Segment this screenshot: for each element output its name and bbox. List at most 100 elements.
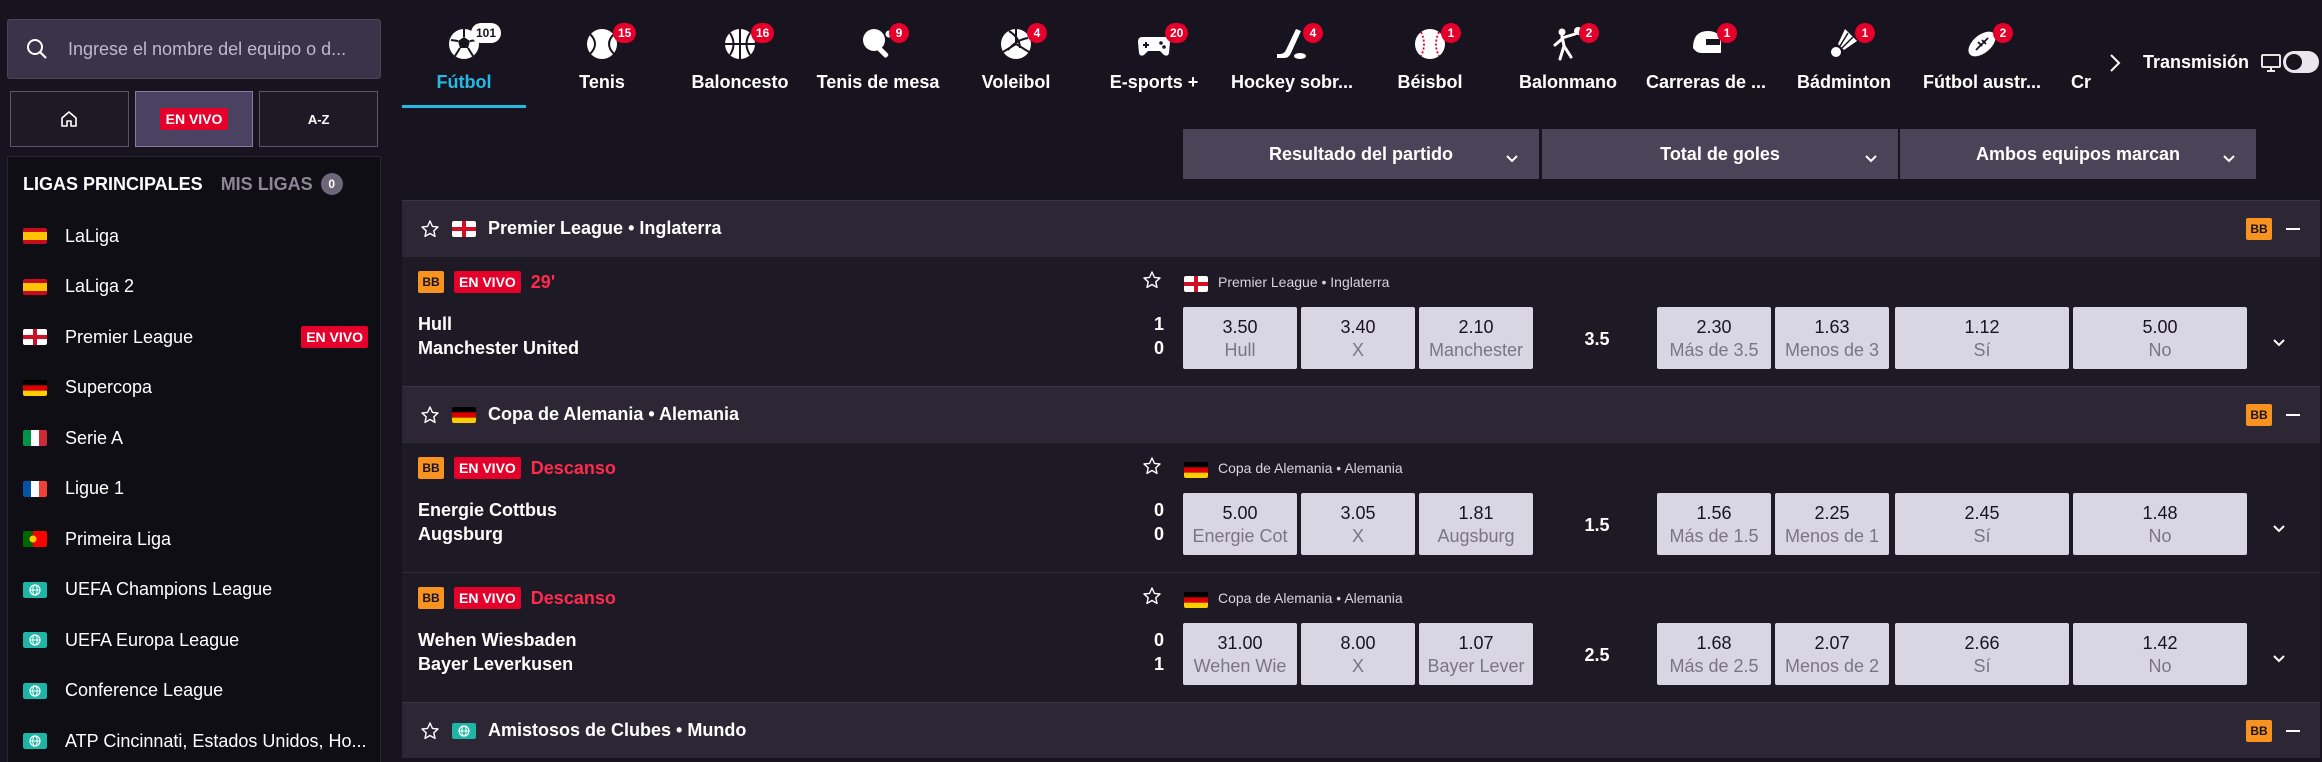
chevron-down-icon[interactable]	[2272, 651, 2286, 663]
market-select-2[interactable]: Total de goles	[1542, 129, 1898, 179]
search-input[interactable]: Ingrese el nombre del equipo o d...	[68, 39, 346, 60]
home-team-name[interactable]: Hull	[418, 314, 452, 335]
bet-builder-badge[interactable]: BB	[418, 587, 444, 609]
bet-builder-badge[interactable]: BB	[2246, 720, 2272, 742]
home-team-name[interactable]: Wehen Wiesbaden	[418, 630, 577, 651]
league-item[interactable]: UEFA Europa League	[8, 615, 382, 665]
odd-1x2-button[interactable]: 31.00 Wehen Wie	[1183, 623, 1297, 685]
chevron-down-icon[interactable]	[2272, 335, 2286, 347]
odd-total-button[interactable]: 1.68 Más de 2.5	[1657, 623, 1771, 685]
odd-total-button[interactable]: 1.63 Menos de 3	[1775, 307, 1889, 369]
odd-btts-button[interactable]: 1.48 No	[2073, 493, 2247, 555]
market-select-1[interactable]: Resultado del partido	[1183, 129, 1539, 179]
odd-1x2-button[interactable]: 3.50 Hull	[1183, 307, 1297, 369]
league-item[interactable]: Serie A	[8, 413, 382, 463]
league-item[interactable]: LaLiga	[8, 211, 382, 261]
odd-btts-button[interactable]: 5.00 No	[2073, 307, 2247, 369]
sport-tab-label: Cr	[2071, 72, 2092, 92]
league-item[interactable]: ATP Cincinnati, Estados Unidos, Ho...	[8, 716, 382, 762]
odd-value: 5.00	[2142, 317, 2178, 337]
az-mode-button[interactable]: A-Z	[259, 91, 379, 147]
away-team-name[interactable]: Augsburg	[418, 524, 503, 545]
odd-value: 3.05	[1340, 503, 1376, 523]
away-team-name[interactable]: Manchester United	[418, 338, 579, 359]
sport-count-badge: 16	[751, 23, 775, 43]
odd-1x2-button[interactable]: 1.07 Bayer Lever	[1419, 623, 1533, 685]
star-icon[interactable]	[420, 405, 440, 425]
odd-value: 3.40	[1340, 317, 1376, 337]
bet-builder-badge[interactable]: BB	[2246, 404, 2272, 426]
live-badge: EN VIVO	[454, 587, 521, 609]
live-mode-button[interactable]: EN VIVO	[134, 91, 254, 147]
league-group-header[interactable]: Amistosos de Clubes • Mundo BB	[402, 702, 2320, 758]
odd-1x2-button[interactable]: 5.00 Energie Cot	[1183, 493, 1297, 555]
odd-label: No	[2148, 340, 2172, 360]
transmission-switch[interactable]	[2283, 51, 2319, 73]
sport-tab-rugby-ball[interactable]: 2 Fútbol austr...	[1913, 18, 2051, 108]
league-item[interactable]: UEFA Champions League	[8, 565, 382, 615]
odd-total-button[interactable]: 1.56 Más de 1.5	[1657, 493, 1771, 555]
sport-tab-table-tennis[interactable]: 9 Tenis de mesa	[809, 18, 947, 108]
star-icon[interactable]	[420, 219, 440, 239]
bet-builder-badge[interactable]: BB	[2246, 218, 2272, 240]
odd-value: 2.25	[1814, 503, 1850, 523]
odd-label: Menos de 2	[1784, 656, 1880, 676]
odd-total-button[interactable]: 2.30 Más de 3.5	[1657, 307, 1771, 369]
odd-label: X	[1351, 526, 1364, 546]
odd-btts-button[interactable]: 1.42 No	[2073, 623, 2247, 685]
collapse-icon[interactable]	[2286, 414, 2300, 416]
sport-tab-tennis-ball[interactable]: 15 Tenis	[533, 18, 671, 108]
odd-1x2-button[interactable]: 8.00 X	[1301, 623, 1415, 685]
odd-btts-button[interactable]: 1.12 Sí	[1895, 307, 2069, 369]
home-team-name[interactable]: Energie Cottbus	[418, 500, 557, 521]
away-team-name[interactable]: Bayer Leverkusen	[418, 654, 573, 675]
sport-tab-label: Tenis	[579, 72, 625, 92]
league-group-header[interactable]: Copa de Alemania • Alemania BB	[402, 386, 2320, 442]
sport-tab-volleyball[interactable]: 4 Voleibol	[947, 18, 1085, 108]
search-box[interactable]: Ingrese el nombre del equipo o d...	[7, 19, 381, 79]
odd-1x2-button[interactable]: 1.81 Augsburg	[1419, 493, 1533, 555]
sport-tab-soccer-ball[interactable]: 101 Fútbol	[395, 18, 533, 108]
league-item[interactable]: LaLiga 2	[8, 262, 382, 312]
sport-tab-hockey[interactable]: 4 Hockey sobr...	[1223, 18, 1361, 108]
sport-count-badge: 15	[613, 23, 637, 43]
home-mode-button[interactable]	[10, 91, 129, 147]
flag-icon-france	[23, 480, 47, 497]
star-icon[interactable]	[1142, 586, 1162, 606]
sport-tab-handball[interactable]: 2 Balonmano	[1499, 18, 1637, 108]
odd-1x2-button[interactable]: 2.10 Manchester	[1419, 307, 1533, 369]
odd-total-button[interactable]: 2.25 Menos de 1	[1775, 493, 1889, 555]
star-icon[interactable]	[1142, 456, 1162, 476]
star-icon[interactable]	[420, 721, 440, 741]
chevron-down-icon	[1864, 148, 1878, 163]
sport-tab-baseball[interactable]: 1 Béisbol	[1361, 18, 1499, 108]
bet-builder-badge[interactable]: BB	[418, 457, 444, 479]
league-item[interactable]: Ligue 1	[8, 464, 382, 514]
sport-tab-basketball[interactable]: 16 Baloncesto	[671, 18, 809, 108]
collapse-icon[interactable]	[2286, 228, 2300, 230]
odd-btts-button[interactable]: 2.45 Sí	[1895, 493, 2069, 555]
sport-tab-helmet[interactable]: 1 Carreras de ...	[1637, 18, 1775, 108]
league-item[interactable]: Conference League	[8, 666, 382, 716]
collapse-icon[interactable]	[2286, 730, 2300, 732]
league-item[interactable]: Supercopa	[8, 363, 382, 413]
market-select-3[interactable]: Ambos equipos marcan	[1900, 129, 2256, 179]
odd-1x2-button[interactable]: 3.40 X	[1301, 307, 1415, 369]
bet-builder-badge[interactable]: BB	[418, 271, 444, 293]
chevron-down-icon[interactable]	[2272, 521, 2286, 533]
star-icon[interactable]	[1142, 270, 1162, 290]
odd-value: 1.12	[1964, 317, 2000, 337]
odd-total-button[interactable]: 2.07 Menos de 2	[1775, 623, 1889, 685]
sport-tab-gamepad[interactable]: 20 E-sports +	[1085, 18, 1223, 108]
chevron-right-icon[interactable]	[2108, 52, 2122, 74]
league-item[interactable]: Primeira Liga	[8, 514, 382, 564]
switch-knob	[2286, 54, 2302, 70]
league-group-header[interactable]: Premier League • Inglaterra BB	[402, 200, 2320, 256]
transmission-toggle[interactable]: Transmisión	[2143, 52, 2281, 73]
sport-tab-shuttlecock[interactable]: 1 Bádminton	[1775, 18, 1913, 108]
league-item[interactable]: Premier League EN VIVO	[8, 312, 382, 362]
odd-btts-button[interactable]: 2.66 Sí	[1895, 623, 2069, 685]
tab-my-leagues[interactable]: MIS LIGAS 0	[221, 173, 343, 195]
odd-1x2-button[interactable]: 3.05 X	[1301, 493, 1415, 555]
tab-main-leagues[interactable]: LIGAS PRINCIPALES	[23, 174, 203, 195]
